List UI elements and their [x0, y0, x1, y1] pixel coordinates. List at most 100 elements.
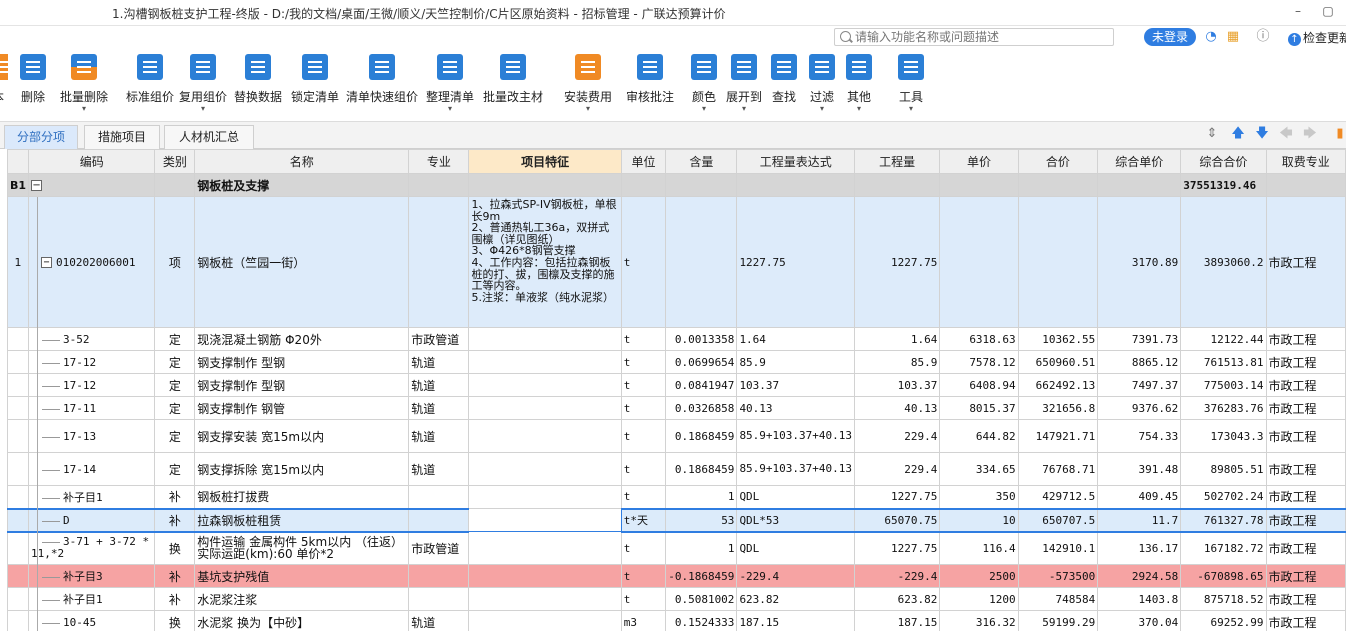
restore-button[interactable]: ▢	[1318, 2, 1338, 22]
spec-cell[interactable]	[408, 507, 470, 533]
name-cell[interactable]: 钢板桩及支撑	[194, 173, 410, 197]
name-cell[interactable]: 钢支撑制作 型钢	[194, 373, 410, 397]
total-cell[interactable]: 761327.78	[1180, 507, 1267, 533]
spec-cell[interactable]: 轨道	[408, 350, 470, 374]
toolbar-button-edit-material[interactable]: 批量改主材	[480, 54, 546, 118]
expr-cell[interactable]: -229.4	[736, 564, 856, 588]
sum-cell[interactable]: 748584	[1017, 587, 1099, 611]
help-icon[interactable]: ⓘ	[1254, 28, 1272, 46]
feature-cell[interactable]	[468, 610, 622, 631]
feature-cell[interactable]	[468, 531, 622, 565]
collapse-icon[interactable]: −	[31, 180, 43, 191]
table-row[interactable]: 17-12 定钢支撑制作 型钢 轨道 t 0.0699654 85.9 85.9 7578.1…	[6, 350, 1346, 374]
apps-icon[interactable]: ▦	[1224, 28, 1242, 46]
toolbar-button-expand[interactable]: 展开到 ▾	[724, 54, 764, 118]
unit-cell[interactable]: t	[620, 373, 667, 397]
fee-cell[interactable]: 市政工程	[1265, 587, 1346, 611]
feature-cell[interactable]	[468, 587, 622, 611]
name-cell[interactable]: 钢支撑制作 型钢	[194, 350, 410, 374]
sum-cell[interactable]: 59199.29	[1017, 610, 1099, 631]
code-cell[interactable]: 3-52	[28, 327, 156, 351]
dropdown-caret-icon[interactable]: ▾	[897, 105, 925, 113]
expr-cell[interactable]: 85.9+103.37+40.13	[736, 419, 856, 453]
content-cell[interactable]: 0.0841947	[665, 373, 738, 397]
expr-cell[interactable]: 85.9+103.37+40.13	[736, 452, 856, 486]
dropdown-caret-icon[interactable]: ▾	[54, 105, 114, 113]
column-header[interactable]: 综合单价	[1097, 149, 1182, 174]
content-cell[interactable]: 0.0326858	[665, 396, 738, 420]
column-header[interactable]: 编码	[28, 149, 156, 174]
total-cell[interactable]: 376283.76	[1180, 396, 1267, 420]
minimize-button[interactable]: –	[1288, 2, 1308, 22]
fee-cell[interactable]: 市政工程	[1265, 196, 1346, 328]
sum-cell[interactable]: 650707.5	[1017, 507, 1099, 533]
toolbar-button-organize[interactable]: 整理清单 ▾	[424, 54, 476, 118]
unit-cell[interactable]: t	[620, 196, 667, 328]
column-header[interactable]: 单价	[939, 149, 1019, 174]
dropdown-caret-icon[interactable]: ▾	[560, 105, 616, 113]
qty-cell[interactable]: 229.4	[854, 452, 941, 486]
code-cell[interactable]: 17-12	[28, 373, 156, 397]
name-cell[interactable]: 钢支撑安装 宽15m以内	[194, 419, 410, 453]
content-cell[interactable]: 1	[665, 531, 738, 565]
name-cell[interactable]: 钢支撑拆除 宽15m以内	[194, 452, 410, 486]
spec-cell[interactable]	[408, 564, 470, 588]
spec-cell[interactable]: 轨道	[408, 373, 470, 397]
dropdown-caret-icon[interactable]: ▾	[724, 105, 764, 113]
code-cell[interactable]: 补子目3	[28, 564, 156, 588]
price-cell[interactable]: 1200	[939, 587, 1019, 611]
unit-cell[interactable]: t	[620, 327, 667, 351]
type-cell[interactable]: 补	[154, 587, 196, 611]
uprice-cell[interactable]: 8865.12	[1097, 350, 1182, 374]
function-search[interactable]	[834, 28, 1114, 46]
spec-cell[interactable]: 市政管道	[408, 531, 470, 565]
dropdown-caret-icon[interactable]: ▾	[690, 105, 718, 113]
column-header[interactable]: 工程量	[854, 149, 941, 174]
name-cell[interactable]: 水泥浆注浆	[194, 587, 410, 611]
price-cell[interactable]: 6318.63	[939, 327, 1019, 351]
content-cell[interactable]: 0.0699654	[665, 350, 738, 374]
content-cell[interactable]	[665, 196, 738, 328]
qty-cell[interactable]: 187.15	[854, 610, 941, 631]
column-header[interactable]: 专业	[408, 149, 470, 174]
total-cell[interactable]: -670898.65	[1180, 564, 1267, 588]
unit-cell[interactable]: t	[620, 419, 667, 453]
expr-cell[interactable]: 623.82	[736, 587, 856, 611]
type-cell[interactable]: 定	[154, 396, 196, 420]
toolbar-button-reuse-price[interactable]: 复用组价 ▾	[177, 54, 229, 118]
type-cell[interactable]: 定	[154, 327, 196, 351]
total-cell[interactable]: 173043.3	[1180, 419, 1267, 453]
expr-cell[interactable]: 85.9	[736, 350, 856, 374]
unit-cell[interactable]: m3	[620, 610, 667, 631]
expr-cell[interactable]: 1.64	[736, 327, 856, 351]
toolbar-button-review[interactable]: 审核批注	[624, 54, 676, 118]
column-settings-icon[interactable]: ▮	[1332, 126, 1346, 142]
qty-cell[interactable]: 1.64	[854, 327, 941, 351]
feature-cell[interactable]	[468, 327, 622, 351]
type-cell[interactable]: 定	[154, 419, 196, 453]
sum-cell[interactable]: 147921.71	[1017, 419, 1099, 453]
feature-cell[interactable]	[468, 350, 622, 374]
sum-cell[interactable]: 76768.71	[1017, 452, 1099, 486]
type-cell[interactable]: 补	[154, 485, 196, 509]
fee-cell[interactable]: 市政工程	[1265, 564, 1346, 588]
sum-cell[interactable]: 650960.51	[1017, 350, 1099, 374]
column-header[interactable]: 单位	[620, 149, 667, 174]
toolbar-button-binoculars[interactable]: 查找	[770, 54, 798, 118]
type-cell[interactable]: 换	[154, 531, 196, 565]
search-input[interactable]	[855, 30, 1105, 44]
expr-cell[interactable]: 40.13	[736, 396, 856, 420]
name-cell[interactable]: 钢支撑制作 钢管	[194, 396, 410, 420]
spec-cell[interactable]	[408, 587, 470, 611]
fee-cell[interactable]: 市政工程	[1265, 373, 1346, 397]
expr-cell[interactable]: QDL	[736, 485, 856, 509]
toolbar-button-trash[interactable]: 删除	[18, 54, 48, 118]
move-up-icon[interactable]: 🡅	[1230, 126, 1246, 142]
sum-cell[interactable]: -573500	[1017, 564, 1099, 588]
price-cell[interactable]: 116.4	[939, 531, 1019, 565]
toolbar-button-filter[interactable]: 过滤 ▾	[808, 54, 836, 118]
type-cell[interactable]: 换	[154, 610, 196, 631]
uprice-cell[interactable]: 7497.37	[1097, 373, 1182, 397]
type-cell[interactable]: 定	[154, 373, 196, 397]
feature-cell[interactable]	[468, 419, 622, 453]
